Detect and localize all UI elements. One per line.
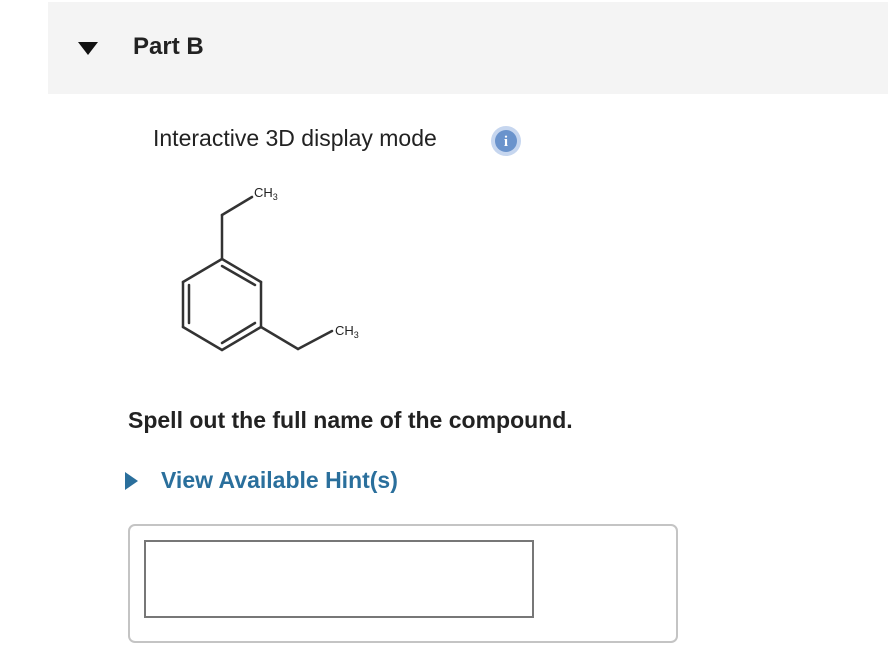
- info-icon-glyph: i: [504, 134, 508, 150]
- answer-input[interactable]: [144, 540, 534, 618]
- molecule-structure: CH3 CH3: [181, 185, 359, 352]
- triangle-right-icon: [125, 471, 138, 490]
- part-title: Part B: [133, 33, 204, 60]
- question-text: Spell out the full name of the compound.: [128, 407, 573, 433]
- view-hints-label: View Available Hint(s): [161, 467, 398, 493]
- info-icon[interactable]: i: [490, 125, 522, 157]
- view-hints-link[interactable]: View Available Hint(s): [125, 467, 398, 494]
- triangle-down-icon[interactable]: [78, 42, 98, 56]
- top-ch3-label: CH3: [254, 185, 278, 202]
- display-mode-label: Interactive 3D display mode: [153, 125, 437, 151]
- right-ch3-label: CH3: [335, 323, 359, 340]
